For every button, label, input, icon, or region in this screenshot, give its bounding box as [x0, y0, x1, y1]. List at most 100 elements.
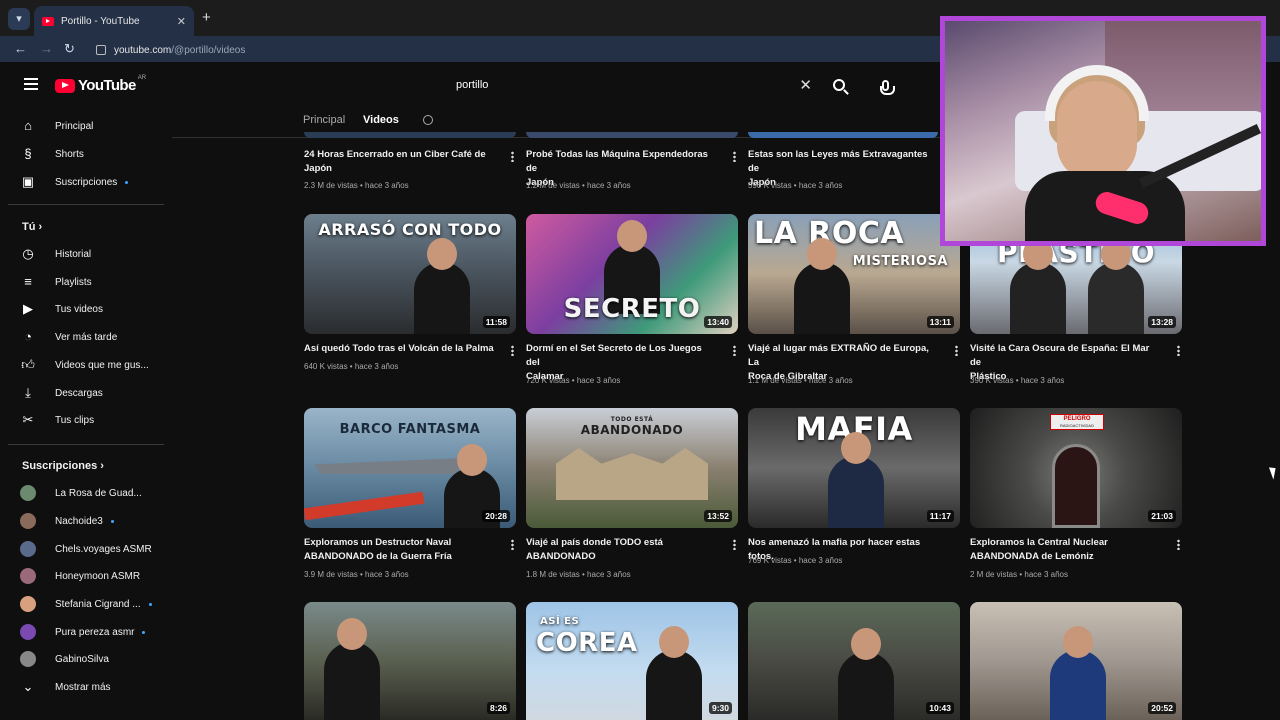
sidebar-sub-channel[interactable]: Nachoide3 [20, 509, 170, 533]
youtube-logo[interactable]: YouTube AR [55, 75, 146, 94]
video-title[interactable]: Exploramos la Central Nuclear ABANDONADA … [970, 536, 1160, 564]
video-thumbnail[interactable]: 10:43 [748, 602, 960, 720]
sidebar-item-principal[interactable]: ⌂ Principal [20, 114, 170, 138]
video-title[interactable]: Exploramos un Destructor Naval ABANDONADO… [304, 536, 494, 564]
browser-tab[interactable]: Portillo - YouTube ✕ [34, 6, 194, 36]
video-thumbnail[interactable] [748, 132, 938, 138]
video-card[interactable]: SECRETO 13:40 Dormí en el Set Secreto de… [526, 214, 738, 385]
menu-icon[interactable] [24, 78, 38, 90]
video-thumbnail[interactable]: ARRASÓ CON TODO 11:58 [304, 214, 516, 334]
video-card[interactable]: MAFIA 11:17 Nos amenazó la mafia por hac… [748, 408, 960, 578]
more-options-icon[interactable] [1177, 345, 1180, 356]
video-card[interactable]: 10:43 [748, 602, 960, 720]
tab-search-button[interactable]: ▾ [8, 8, 30, 30]
more-options-icon[interactable] [733, 539, 736, 550]
watch-later-icon: ◔ [24, 329, 32, 344]
subscriptions-section-heading[interactable]: Suscripciones › [22, 460, 104, 472]
more-options-icon[interactable] [733, 345, 736, 356]
close-tab-icon[interactable]: ✕ [177, 15, 186, 28]
video-card[interactable]: 24 Horas Encerrado en un Ciber Café de Ja… [304, 132, 516, 198]
thumbnail-caption: LA ROCA [754, 216, 905, 251]
video-meta: 3.9 M de vistas • hace 3 años [304, 570, 409, 579]
thumbnail-person [646, 626, 702, 720]
url-host: youtube.com [114, 44, 172, 56]
back-icon[interactable]: ← [14, 41, 27, 56]
video-thumbnail[interactable]: ASÍ ES COREA 9:30 [526, 602, 738, 720]
more-options-icon[interactable] [1177, 539, 1180, 550]
video-title[interactable]: Viajé al país donde TODO está ABANDONADO [526, 536, 716, 564]
logo-text: YouTube [78, 77, 136, 94]
thumbnail-subcaption: TODO ESTÁ [610, 416, 654, 423]
video-thumbnail[interactable]: PELIGRO RADIOACTIVIDAD 21:03 [970, 408, 1182, 528]
new-tab-icon[interactable]: + [202, 9, 211, 26]
video-thumbnail[interactable] [304, 132, 516, 138]
video-duration: 13:52 [704, 510, 732, 522]
sidebar-sub-channel[interactable]: GabinoSilva [20, 647, 170, 671]
video-card[interactable]: ASÍ ES COREA 9:30 [526, 602, 738, 720]
video-card[interactable]: 8:26 [304, 602, 516, 720]
avatar [20, 485, 36, 501]
sidebar-item-playlists[interactable]: ≡ Playlists [20, 270, 170, 294]
video-thumbnail[interactable] [526, 132, 738, 138]
reload-icon[interactable]: ↻ [64, 41, 75, 57]
video-thumbnail[interactable]: 8:26 [304, 602, 516, 720]
video-card[interactable]: Probé Todas las Máquina Expendedoras de J… [526, 132, 738, 198]
tab-principal[interactable]: Principal [303, 114, 345, 126]
video-meta: 2.3 M de vistas • hace 3 años [304, 181, 409, 190]
sidebar-item-tus-videos[interactable]: ▶ Tus videos [20, 297, 170, 321]
video-meta: 640 K vistas • hace 3 años [304, 362, 399, 371]
video-card[interactable]: 20:52 [970, 602, 1182, 720]
video-card[interactable]: PELIGRO RADIOACTIVIDAD 21:03 Exploramos … [970, 408, 1182, 579]
tab-videos[interactable]: Videos [363, 114, 399, 136]
video-title[interactable]: Así quedó Todo tras el Volcán de la Palm… [304, 342, 494, 356]
video-duration: 13:11 [926, 316, 954, 328]
forward-icon[interactable]: → [40, 41, 53, 56]
video-card[interactable]: LA ROCA MISTERIOSA 13:11 Viajé al lugar … [748, 214, 960, 385]
video-thumbnail[interactable]: LA ROCA MISTERIOSA 13:11 [748, 214, 960, 334]
video-title[interactable]: 24 Horas Encerrado en un Ciber Café de Ja… [304, 148, 494, 176]
more-options-icon[interactable] [511, 539, 514, 550]
sidebar-sub-channel[interactable]: La Rosa de Guad... [20, 481, 170, 505]
voice-search-button[interactable] [869, 72, 901, 98]
video-duration: 13:40 [704, 316, 732, 328]
show-more-button[interactable]: ⌄ Mostrar más [20, 675, 170, 699]
video-thumbnail[interactable]: SECRETO 13:40 [526, 214, 738, 334]
sidebar-item-descargas[interactable]: ⤓ Descargas [20, 381, 170, 405]
shorts-icon: § [24, 146, 32, 161]
video-card[interactable]: ARRASÓ CON TODO 11:58 Así quedó Todo tra… [304, 214, 516, 384]
video-meta: 1.1 M de vistas • hace 3 años [748, 376, 853, 385]
channel-name: Pura pereza asmr [55, 626, 135, 638]
more-options-icon[interactable] [955, 345, 958, 356]
thumbnail-caption: ABANDONADO [580, 423, 684, 437]
video-card[interactable]: TODO ESTÁ ABANDONADO 13:52 Viajé al país… [526, 408, 738, 579]
video-card[interactable]: Estas son las Leyes más Extravagantes de… [748, 132, 960, 198]
sidebar-item-tus-clips[interactable]: ✂ Tus clips [20, 408, 170, 432]
sidebar-item-suscripciones[interactable]: ▣ Suscripciones [20, 170, 170, 194]
video-meta: 720 K vistas • hace 3 años [526, 376, 621, 385]
sidebar-sub-channel[interactable]: Pura pereza asmr [20, 620, 170, 644]
your-videos-icon: ▶ [23, 301, 33, 316]
sidebar-sub-channel[interactable]: Honeymoon ASMR [20, 564, 170, 588]
video-duration: 10:43 [926, 702, 954, 714]
sidebar-item-ver-mas-tarde[interactable]: ◔ Ver más tarde [20, 325, 170, 349]
video-thumbnail[interactable]: TODO ESTÁ ABANDONADO 13:52 [526, 408, 738, 528]
sidebar-sub-channel[interactable]: Chels.voyages ASMR [20, 537, 170, 561]
more-options-icon[interactable] [511, 151, 514, 162]
video-thumbnail[interactable]: 20:52 [970, 602, 1182, 720]
site-info-icon[interactable] [96, 45, 106, 55]
you-section-heading[interactable]: Tú › [22, 221, 42, 233]
sidebar-item-historial[interactable]: ◷ Historial [20, 242, 170, 266]
sidebar-item-videos-que-me-gustan[interactable]: 👍︎ Videos que me gus... [20, 353, 170, 377]
sidebar-item-shorts[interactable]: § Shorts [20, 142, 170, 166]
video-card[interactable]: BARCO FANTASMA 20:28 Exploramos un Destr… [304, 408, 516, 579]
clear-search-icon[interactable]: ✕ [799, 76, 812, 94]
search-input[interactable]: portillo ✕ [446, 72, 820, 98]
search-button[interactable] [820, 72, 858, 98]
more-options-icon[interactable] [511, 345, 514, 356]
more-options-icon[interactable] [733, 151, 736, 162]
video-thumbnail[interactable]: BARCO FANTASMA 20:28 [304, 408, 516, 528]
url-path: /@portillo/videos [171, 44, 246, 56]
sidebar-sub-channel[interactable]: Stefania Cigrand ... [20, 592, 170, 616]
video-thumbnail[interactable]: MAFIA 11:17 [748, 408, 960, 528]
channel-search-icon[interactable] [423, 115, 433, 125]
